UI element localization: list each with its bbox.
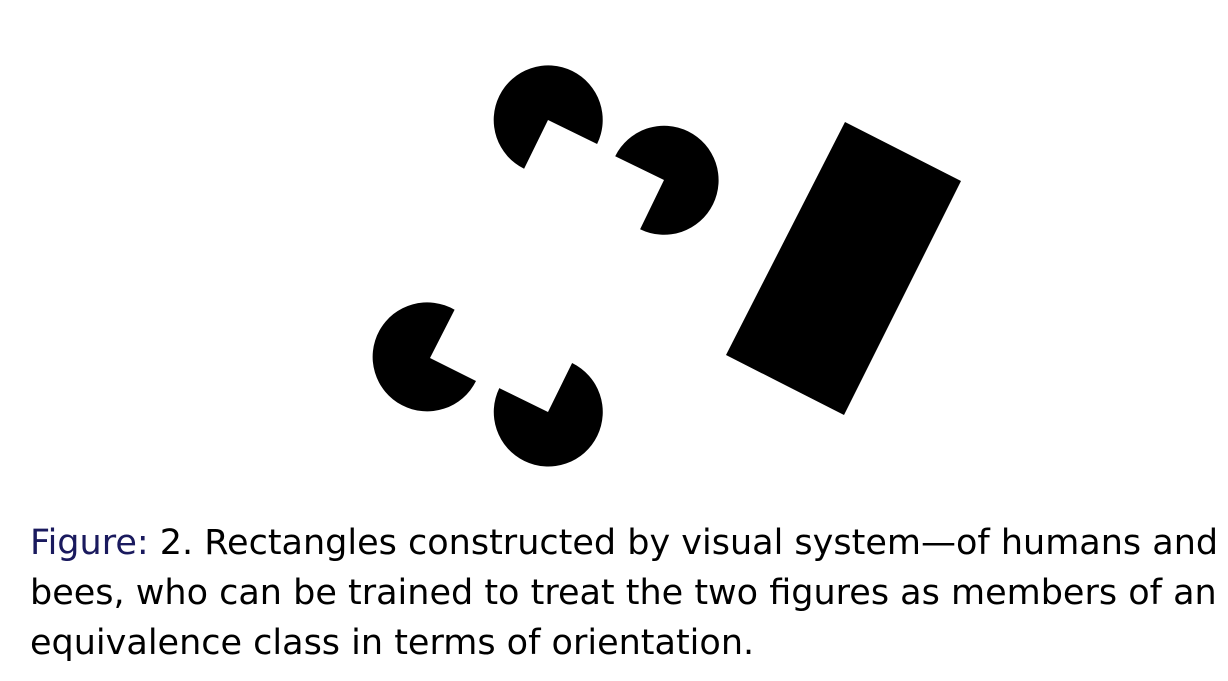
pacman-inducer-top-right [615, 125, 719, 235]
pacman-inducer-bottom-left [372, 302, 476, 412]
figure-caption: Figure: 2. Rectangles constructed by vis… [30, 518, 1220, 668]
caption-text: 2. Rectangles constructed by visual syst… [30, 523, 1219, 663]
illusory-rectangle-figure [372, 65, 719, 467]
solid-rectangle [726, 122, 961, 415]
figure-diagram [372, 65, 961, 467]
pacman-inducer-top-left [493, 65, 603, 169]
pacman-inducer-bottom-right [493, 363, 603, 467]
caption-label: Figure: [30, 523, 149, 563]
